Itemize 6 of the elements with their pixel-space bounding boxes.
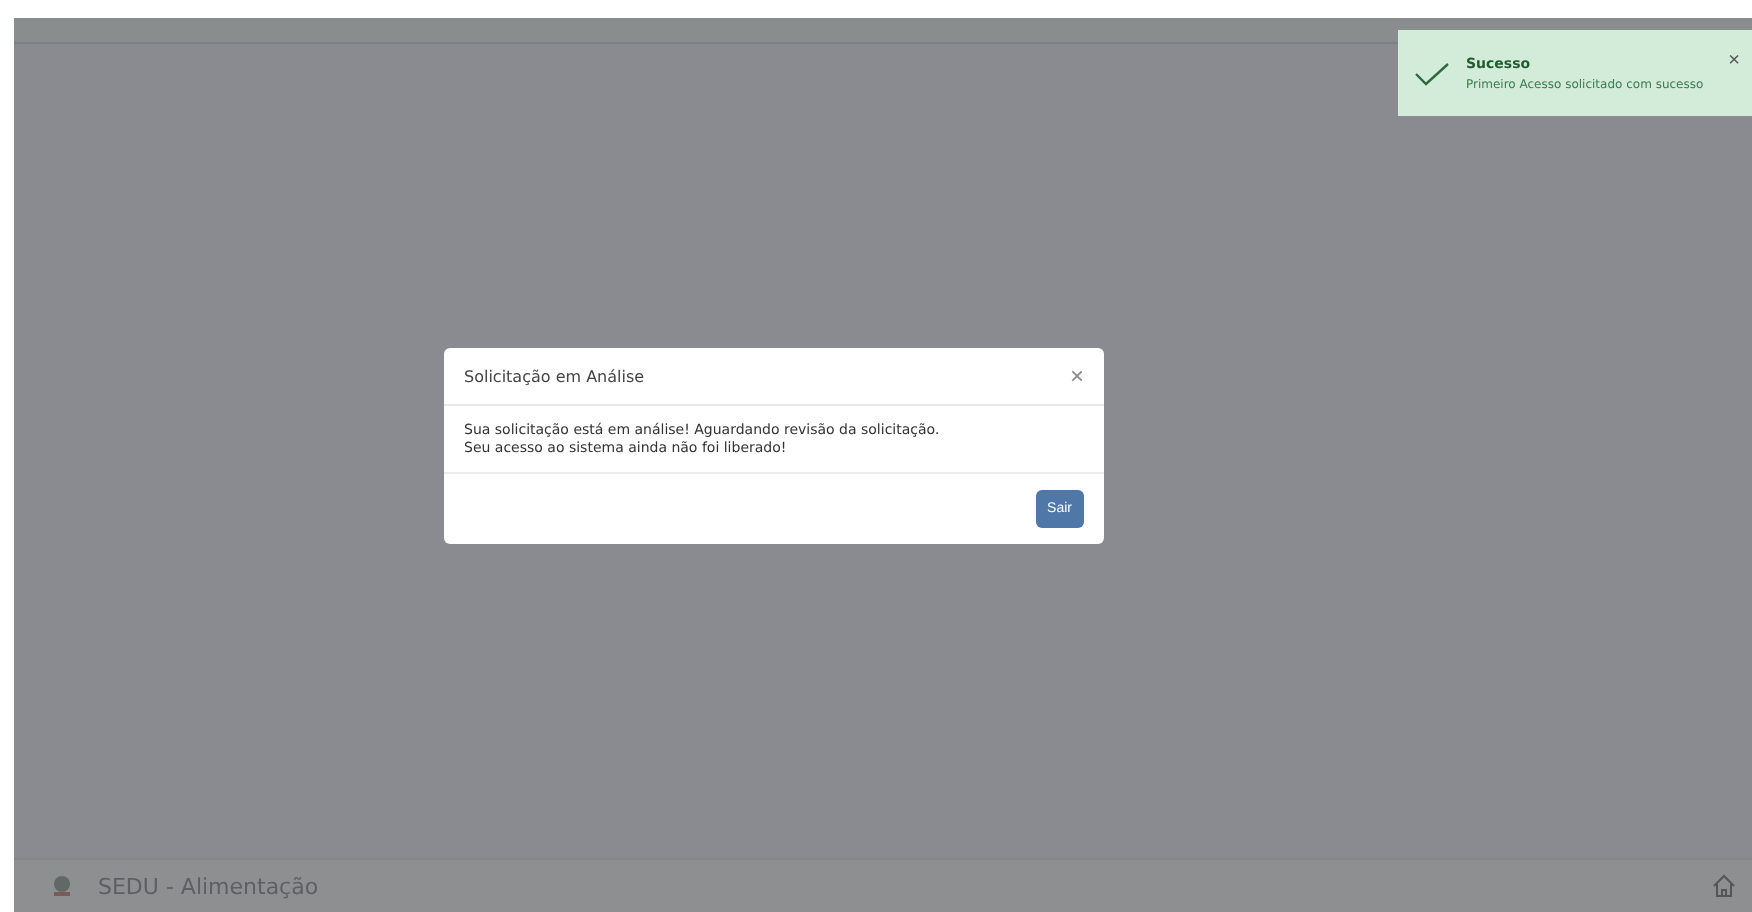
check-icon [1414, 61, 1450, 85]
home-icon[interactable] [1712, 874, 1736, 898]
close-button[interactable]: × [1069, 364, 1084, 388]
close-button[interactable]: × [1728, 50, 1740, 72]
logo-icon [50, 874, 74, 898]
dialog-title: Solicitação em Análise [464, 367, 645, 385]
